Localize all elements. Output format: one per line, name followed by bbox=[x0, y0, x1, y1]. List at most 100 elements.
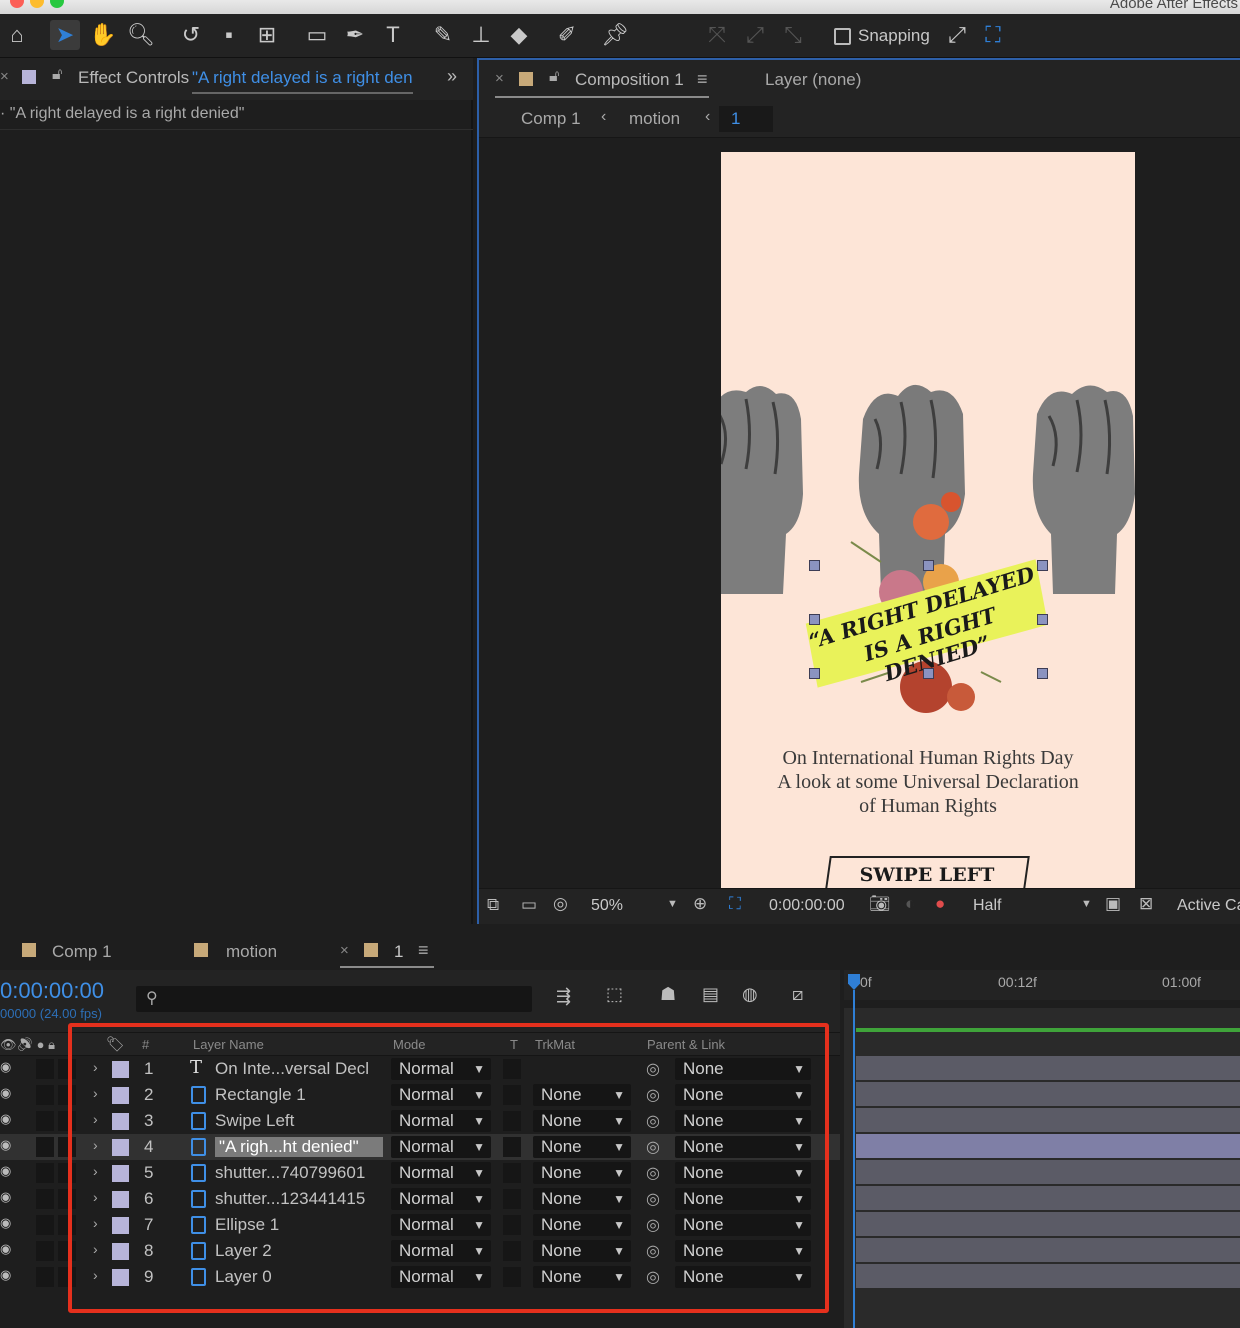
blend-mode-dropdown[interactable]: Normal ▼ bbox=[391, 1110, 491, 1132]
home-icon[interactable]: ⌂ bbox=[2, 20, 32, 50]
preserve-transparency-toggle[interactable] bbox=[503, 1059, 521, 1079]
label-color-swatch[interactable] bbox=[112, 1087, 129, 1104]
label-color-swatch[interactable] bbox=[112, 1269, 129, 1286]
lock-toggle[interactable] bbox=[58, 1241, 76, 1261]
label-color-swatch[interactable] bbox=[112, 1243, 129, 1260]
twirl-chevron-icon[interactable]: › bbox=[93, 1059, 98, 1075]
zoom-window-button[interactable] bbox=[50, 0, 64, 8]
breadcrumb-comp1[interactable]: Comp 1 bbox=[521, 109, 581, 129]
visibility-eye-icon[interactable]: ◉ bbox=[0, 1137, 11, 1153]
transform-handle[interactable] bbox=[809, 560, 820, 571]
pan-behind-tool-icon[interactable]: ⊞ bbox=[252, 20, 282, 50]
snapshot-camera-icon[interactable]: 📷︎ bbox=[869, 894, 891, 914]
blend-mode-dropdown[interactable]: Normal ▼ bbox=[391, 1188, 491, 1210]
tab-motion[interactable]: motion bbox=[226, 942, 277, 962]
blend-mode-dropdown[interactable]: Normal ▼ bbox=[391, 1162, 491, 1184]
layer-row[interactable]: ◉ › 9 Layer 0 Normal ▼ None ▼ ◎ None ▼ bbox=[0, 1264, 840, 1290]
trkmat-dropdown[interactable]: None ▼ bbox=[533, 1214, 631, 1236]
trkmat-dropdown[interactable]: None ▼ bbox=[533, 1136, 631, 1158]
audio-toggle[interactable] bbox=[36, 1163, 54, 1183]
audio-toggle[interactable] bbox=[36, 1189, 54, 1209]
fast-previews-icon[interactable]: ▣ bbox=[1105, 894, 1121, 914]
effect-controls-layer-link[interactable]: "A right delayed is a right den bbox=[192, 68, 413, 94]
parent-dropdown[interactable]: None ▼ bbox=[675, 1214, 811, 1236]
lock-icon[interactable]: 🔓︎ bbox=[549, 68, 559, 86]
snap-edges-icon[interactable]: ⤢ bbox=[942, 20, 972, 50]
twirl-chevron-icon[interactable]: › bbox=[93, 1241, 98, 1257]
blend-mode-dropdown[interactable]: Normal ▼ bbox=[391, 1266, 491, 1288]
visibility-eye-icon[interactable]: ◉ bbox=[0, 1267, 11, 1283]
audio-toggle[interactable] bbox=[36, 1137, 54, 1157]
type-tool-icon[interactable]: T bbox=[378, 20, 408, 50]
preserve-transparency-toggle[interactable] bbox=[503, 1163, 521, 1183]
visibility-eye-icon[interactable]: ◉ bbox=[0, 1215, 11, 1231]
channel-rgb-icon[interactable]: ● bbox=[935, 894, 945, 914]
transform-handle[interactable] bbox=[809, 668, 820, 679]
close-window-button[interactable] bbox=[10, 0, 24, 8]
layer-name[interactable]: shutter...740799601 bbox=[215, 1163, 365, 1183]
layer-duration-bar[interactable] bbox=[856, 1238, 1240, 1262]
show-snapshot-icon[interactable]: ◐ bbox=[905, 894, 915, 914]
layer-row[interactable]: ◉ › 3 Swipe Left Normal ▼ None ▼ ◎ None ▼ bbox=[0, 1108, 840, 1134]
label-color-swatch[interactable] bbox=[112, 1113, 129, 1130]
composition-canvas[interactable]: “A RIGHT DELAYED IS A RIGHT DENIED” On I… bbox=[721, 152, 1135, 888]
local-axis-icon[interactable]: ⤧ bbox=[702, 20, 732, 50]
lock-toggle[interactable] bbox=[58, 1059, 76, 1079]
twirl-chevron-icon[interactable]: › bbox=[93, 1085, 98, 1101]
panel-menu-icon[interactable]: ≡ bbox=[418, 940, 429, 961]
layer-duration-bar[interactable] bbox=[856, 1186, 1240, 1210]
active-camera-dropdown[interactable]: Active Ca bbox=[1177, 897, 1240, 915]
preserve-transparency-toggle[interactable] bbox=[503, 1111, 521, 1131]
visibility-eye-icon[interactable]: ◉ bbox=[0, 1085, 11, 1101]
close-tab-icon[interactable]: × bbox=[0, 68, 9, 85]
layer-name[interactable]: Swipe Left bbox=[215, 1111, 294, 1131]
layer-name[interactable]: Layer 2 bbox=[215, 1241, 272, 1261]
twirl-chevron-icon[interactable]: › bbox=[93, 1163, 98, 1179]
close-tab-icon[interactable]: × bbox=[495, 70, 504, 87]
visibility-eye-icon[interactable]: ◉ bbox=[0, 1163, 11, 1179]
layer-name[interactable]: Rectangle 1 bbox=[215, 1085, 306, 1105]
preserve-transparency-toggle[interactable] bbox=[503, 1215, 521, 1235]
visibility-eye-icon[interactable]: ◉ bbox=[0, 1059, 11, 1075]
parent-dropdown[interactable]: None ▼ bbox=[675, 1188, 811, 1210]
time-ruler[interactable]: 0f 00:12f 01:00f bbox=[844, 970, 1240, 1000]
pick-whip-icon[interactable]: ◎ bbox=[646, 1267, 660, 1287]
preserve-transparency-toggle[interactable] bbox=[503, 1137, 521, 1157]
audio-toggle[interactable] bbox=[36, 1085, 54, 1105]
hand-tool-icon[interactable]: ✋ bbox=[88, 20, 118, 50]
pick-whip-icon[interactable]: ◎ bbox=[646, 1085, 660, 1105]
lock-toggle[interactable] bbox=[58, 1163, 76, 1183]
layer-name[interactable]: On Inte...versal Decl bbox=[215, 1059, 369, 1079]
layer-duration-bar[interactable] bbox=[856, 1160, 1240, 1184]
pick-whip-icon[interactable]: ◎ bbox=[646, 1215, 660, 1235]
pick-whip-icon[interactable]: ◎ bbox=[646, 1163, 660, 1183]
current-time-display[interactable]: 0:00:00:00 bbox=[769, 897, 845, 915]
frame-blending-icon[interactable]: ▤ bbox=[702, 984, 719, 1005]
transform-handle[interactable] bbox=[923, 560, 934, 571]
twirl-chevron-icon[interactable]: › bbox=[93, 1111, 98, 1127]
draft-3d-icon[interactable]: ⬚ bbox=[606, 984, 623, 1005]
transparency-grid-icon[interactable]: ⊠ bbox=[1139, 894, 1153, 914]
transform-handle[interactable] bbox=[923, 668, 934, 679]
grid-guides-icon[interactable]: ⊕ bbox=[693, 894, 707, 914]
layer-row[interactable]: ◉ › 4 "A righ...ht denied" Normal ▼ None ▼… bbox=[0, 1134, 840, 1160]
layer-duration-bar[interactable] bbox=[856, 1264, 1240, 1288]
trkmat-dropdown[interactable]: None ▼ bbox=[533, 1110, 631, 1132]
zoom-dropdown[interactable]: 50% bbox=[591, 897, 623, 915]
trkmat-dropdown[interactable]: None ▼ bbox=[533, 1266, 631, 1288]
timeline-timecode[interactable]: 0:00:00:00 bbox=[0, 978, 104, 1004]
parent-dropdown[interactable]: None ▼ bbox=[675, 1058, 811, 1080]
layer-duration-bar[interactable] bbox=[856, 1212, 1240, 1236]
blend-mode-dropdown[interactable]: Normal ▼ bbox=[391, 1084, 491, 1106]
layer-search-input[interactable]: ⚲ bbox=[136, 986, 532, 1012]
zoom-tool-icon[interactable]: 🔍︎ bbox=[126, 20, 156, 50]
puppet-pin-tool-icon[interactable]: 📌︎ bbox=[600, 20, 630, 50]
parent-dropdown[interactable]: None ▼ bbox=[675, 1162, 811, 1184]
minimize-window-button[interactable] bbox=[30, 0, 44, 8]
twirl-chevron-icon[interactable]: › bbox=[93, 1137, 98, 1153]
pen-tool-icon[interactable]: ✒ bbox=[340, 20, 370, 50]
lock-toggle[interactable] bbox=[58, 1111, 76, 1131]
blend-mode-dropdown[interactable]: Normal ▼ bbox=[391, 1058, 491, 1080]
tab-comp1[interactable]: Comp 1 bbox=[52, 942, 112, 962]
visibility-eye-icon[interactable]: ◉ bbox=[0, 1241, 11, 1257]
